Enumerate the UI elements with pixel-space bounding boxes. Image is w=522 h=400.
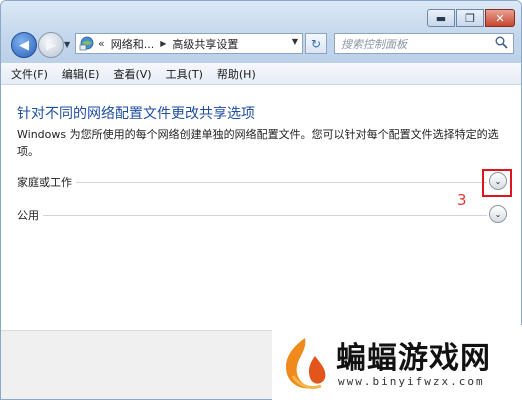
search-icon[interactable]: [495, 36, 508, 49]
divider: [17, 215, 487, 216]
title-bar: ▬ ❐ ✕ ◀ ▶ ▼ « 网络和... ▶ 高级共享设置 ▼ ↻ 搜索控制面板: [1, 1, 521, 63]
page-description: Windows 为您所使用的每个网络创建单独的网络配置文件。您可以针对每个配置文…: [17, 128, 499, 158]
network-icon: [79, 36, 94, 51]
watermark-title: 蝙蝠游戏网: [336, 341, 491, 376]
menu-bar: 文件(F) 编辑(E) 查看(V) 工具(T) 帮助(H): [1, 63, 521, 85]
divider: [17, 182, 487, 183]
minimize-button[interactable]: ▬: [427, 9, 455, 27]
menu-tools[interactable]: 工具(T): [166, 66, 203, 82]
address-bar[interactable]: « 网络和... ▶ 高级共享设置 ▼: [75, 33, 303, 54]
watermark-url: www.binyifwzx.com: [338, 375, 485, 388]
page-title: 针对不同的网络配置文件更改共享选项: [17, 106, 255, 122]
menu-edit[interactable]: 编辑(E): [62, 66, 100, 82]
menu-file[interactable]: 文件(F): [11, 66, 48, 82]
flame-logo-icon: [275, 334, 333, 394]
breadcrumb-network[interactable]: 网络和...: [111, 36, 155, 52]
menu-view[interactable]: 查看(V): [113, 66, 151, 82]
close-button[interactable]: ✕: [485, 9, 515, 27]
search-input[interactable]: 搜索控制面板: [334, 33, 514, 54]
step-annotation: 3: [457, 191, 467, 209]
window-controls: ▬ ❐ ✕: [426, 9, 515, 27]
profile-home-work[interactable]: 家庭或工作 ⌄: [17, 172, 507, 192]
profile-public[interactable]: 公用 ⌄: [17, 205, 507, 225]
profile-public-label: 公用: [17, 207, 43, 223]
profile-home-work-label: 家庭或工作: [17, 174, 76, 190]
breadcrumb-separator[interactable]: ▶: [160, 39, 166, 48]
forward-button[interactable]: ▶: [38, 32, 64, 58]
recent-pages-dropdown[interactable]: ▼: [64, 40, 70, 49]
expand-chevron-icon[interactable]: ⌄: [489, 205, 507, 223]
menu-help[interactable]: 帮助(H): [217, 66, 256, 82]
content-pane: 针对不同的网络配置文件更改共享选项 Windows 为您所使用的每个网络创建单独…: [1, 86, 521, 330]
breadcrumb-advanced-sharing[interactable]: 高级共享设置: [172, 36, 238, 52]
maximize-button[interactable]: ❐: [456, 9, 484, 27]
highlight-box: [482, 169, 512, 197]
back-button[interactable]: ◀: [11, 32, 37, 58]
refresh-button[interactable]: ↻: [305, 33, 327, 54]
address-dropdown[interactable]: ▼: [292, 37, 298, 46]
address-chevron[interactable]: «: [98, 37, 105, 50]
search-placeholder: 搜索控制面板: [341, 37, 407, 51]
